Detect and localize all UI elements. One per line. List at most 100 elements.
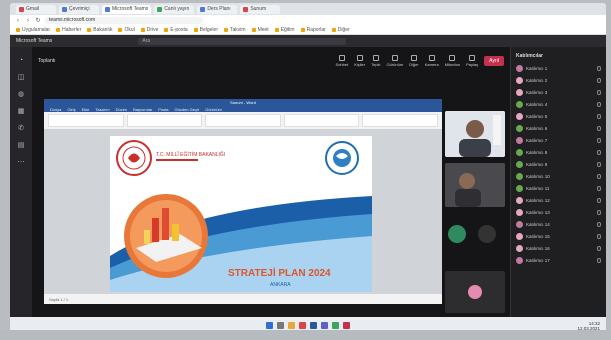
ribbon-tab[interactable]: Ekle bbox=[82, 107, 90, 112]
more-apps-icon[interactable]: ⋯ bbox=[17, 159, 25, 167]
bookmark-icon bbox=[87, 28, 92, 32]
ribbon-tab[interactable]: Giriş bbox=[67, 107, 75, 112]
ribbon-group[interactable] bbox=[362, 114, 438, 127]
reload-icon[interactable]: ↻ bbox=[35, 18, 41, 24]
bookmark-item[interactable]: Bakanlık bbox=[87, 27, 112, 33]
ministry-seal bbox=[116, 140, 152, 176]
powerpoint-icon[interactable] bbox=[343, 321, 350, 329]
participant-row[interactable]: Katılımcı 8 bbox=[511, 146, 606, 158]
leave-button[interactable]: Ayrıl bbox=[484, 56, 504, 66]
participant-name: Katılımcı 11 bbox=[526, 185, 550, 191]
start-icon[interactable] bbox=[266, 321, 273, 329]
participant-row[interactable]: Katılımcı 4 bbox=[511, 98, 606, 110]
participant-row[interactable]: Katılımcı 13 bbox=[511, 206, 606, 218]
participant-video[interactable] bbox=[445, 163, 505, 207]
presenter-video[interactable] bbox=[445, 111, 505, 157]
bookmark-item[interactable]: Uygulamalar bbox=[16, 27, 50, 33]
browser-tab[interactable]: Sunum bbox=[240, 4, 281, 14]
favicon-icon bbox=[105, 6, 110, 12]
browser-tab[interactable]: Gmail bbox=[16, 4, 56, 14]
teams-icon[interactable]: ◍ bbox=[17, 91, 25, 99]
participant-row[interactable]: Katılımcı 12 bbox=[511, 194, 606, 206]
participant-row[interactable]: Katılımcı 11 bbox=[511, 182, 606, 194]
favicon-icon bbox=[157, 6, 163, 12]
panel-title: Katılımcılar bbox=[516, 53, 543, 59]
gray-status-icon[interactable] bbox=[478, 225, 496, 243]
ribbon-tab[interactable]: Düzen bbox=[116, 107, 128, 112]
ribbon-tab[interactable]: Gözden Geçir bbox=[175, 107, 200, 112]
participant-avatar bbox=[516, 172, 523, 180]
ribbon-tab[interactable]: Posta bbox=[158, 107, 168, 112]
self-video-tile[interactable] bbox=[445, 271, 505, 313]
participant-row[interactable]: Katılımcı 15 bbox=[511, 230, 606, 242]
search-input[interactable]: Ara bbox=[138, 37, 347, 45]
meeting-toolbar: Toplantı Sohbet Kişiler Tepki Görünüm Diğer K… bbox=[32, 47, 510, 75]
calendar-icon[interactable]: ▦ bbox=[17, 108, 25, 116]
meeting-tool-button[interactable]: Paylaş bbox=[466, 55, 478, 67]
teams-header: Microsoft Teams Ara bbox=[10, 35, 606, 47]
back-icon[interactable]: ‹ bbox=[15, 18, 21, 24]
bookmark-item[interactable]: E-posta bbox=[164, 27, 188, 33]
word-title: Sunum - Word bbox=[44, 99, 442, 106]
participant-name: Katılımcı 14 bbox=[526, 221, 550, 227]
participant-row[interactable]: Katılımcı 2 bbox=[511, 74, 606, 86]
ribbon-tab[interactable]: Tasarım bbox=[95, 107, 109, 112]
institution-logo bbox=[325, 141, 359, 175]
meeting-tool-button[interactable]: Görünüm bbox=[386, 55, 403, 67]
bookmark-item[interactable]: Haberler bbox=[56, 27, 81, 33]
search-icon[interactable] bbox=[277, 321, 284, 329]
ribbon-group[interactable] bbox=[283, 114, 360, 127]
bookmark-label: Diğer bbox=[337, 27, 350, 33]
participant-row[interactable]: Katılımcı 7 bbox=[511, 134, 606, 146]
folder-icon[interactable] bbox=[288, 321, 295, 329]
participant-row[interactable]: Katılımcı 14 bbox=[511, 218, 606, 230]
ribbon-tab[interactable]: Görünüm bbox=[205, 107, 222, 112]
participant-row[interactable]: Katılımcı 10 bbox=[511, 170, 606, 182]
ribbon-group[interactable] bbox=[126, 114, 203, 127]
url-field[interactable]: teams.microsoft.com bbox=[45, 17, 203, 24]
ribbon-group[interactable] bbox=[205, 114, 281, 127]
bookmark-item[interactable]: Okul bbox=[118, 27, 135, 33]
participant-row[interactable]: Katılımcı 6 bbox=[511, 122, 606, 134]
meeting-tool-button[interactable]: Kamera bbox=[425, 55, 439, 67]
participant-row[interactable]: Katılımcı 17 bbox=[511, 254, 606, 266]
bookmark-icon bbox=[224, 28, 228, 32]
browser-tab[interactable]: Çevrimiçi bbox=[59, 4, 99, 14]
browser-tab[interactable]: Canlı yayın bbox=[154, 4, 195, 14]
chat-icon[interactable]: ◫ bbox=[17, 74, 25, 82]
mic-icon bbox=[597, 65, 601, 71]
teams-icon[interactable] bbox=[321, 321, 328, 329]
meeting-tool-button[interactable]: Tepki bbox=[371, 55, 380, 67]
participant-row[interactable]: Katılımcı 3 bbox=[511, 86, 606, 98]
bookmark-item[interactable]: Takvim bbox=[224, 27, 246, 33]
bookmark-item[interactable]: Meet bbox=[251, 27, 269, 33]
excel-icon[interactable] bbox=[332, 321, 339, 329]
bookmark-item[interactable]: Diğer bbox=[331, 27, 350, 33]
green-status-icon[interactable] bbox=[448, 225, 466, 243]
meeting-tool-button[interactable]: Mikrofon bbox=[445, 55, 460, 67]
participant-row[interactable]: Katılımcı 1 bbox=[511, 62, 606, 74]
forward-icon[interactable]: › bbox=[25, 18, 31, 24]
bookmark-item[interactable]: Raporlar bbox=[300, 27, 326, 33]
participant-row[interactable]: Katılımcı 9 bbox=[511, 158, 606, 170]
bookmark-label: Haberler bbox=[62, 27, 82, 33]
meeting-tool-button[interactable]: Sohbet bbox=[336, 55, 348, 67]
browser-tab[interactable]: Microsoft Teams bbox=[102, 4, 152, 14]
ribbon-tab[interactable]: Dosya bbox=[50, 107, 61, 112]
mic-icon bbox=[597, 137, 601, 143]
participant-row[interactable]: Katılımcı 16 bbox=[511, 242, 606, 254]
calls-icon[interactable]: ✆ bbox=[17, 125, 25, 133]
files-icon[interactable]: ▤ bbox=[17, 142, 25, 150]
meeting-tool-button[interactable]: Kişiler bbox=[354, 55, 365, 67]
ribbon-group[interactable] bbox=[48, 114, 124, 127]
ribbon-tab[interactable]: Başvurular bbox=[133, 107, 152, 112]
meeting-tool-button[interactable]: Diğer bbox=[409, 55, 419, 67]
chrome-icon[interactable] bbox=[299, 321, 306, 329]
bookmark-item[interactable]: Eğitim bbox=[274, 27, 295, 33]
bookmark-item[interactable]: Belgeler bbox=[193, 27, 218, 33]
browser-tab[interactable]: Ders Planı bbox=[197, 4, 238, 14]
bookmark-item[interactable]: Drive bbox=[140, 27, 158, 33]
word-icon[interactable] bbox=[310, 321, 317, 329]
activity-icon[interactable]: ◔ bbox=[17, 57, 25, 65]
participant-row[interactable]: Katılımcı 5 bbox=[511, 110, 606, 122]
